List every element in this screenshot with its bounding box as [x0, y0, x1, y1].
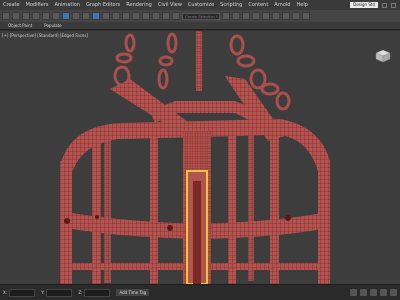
percent-snap-icon[interactable] — [162, 12, 170, 20]
workspace-selector[interactable]: Design Std — [350, 2, 378, 8]
angle-snap-icon[interactable] — [152, 12, 160, 20]
selection-set-field[interactable] — [182, 12, 220, 20]
coord-y: Y: — [41, 288, 73, 297]
align-icon[interactable] — [232, 12, 240, 20]
menu-animation[interactable]: Animation — [54, 2, 80, 8]
z-field[interactable] — [84, 288, 111, 297]
menu-scripting[interactable]: Scripting — [220, 2, 242, 8]
maximize-viewport-icon[interactable] — [390, 289, 397, 296]
mirror-icon[interactable] — [222, 12, 230, 20]
pan-icon[interactable] — [370, 289, 377, 296]
pivot-icon[interactable] — [132, 12, 140, 20]
zoom-icon[interactable] — [350, 289, 357, 296]
z-label: Z: — [78, 290, 83, 295]
schematic-view-icon[interactable] — [262, 12, 270, 20]
status-bar: X: Y: Z: Add Time Tag — [0, 284, 400, 300]
rotate-icon[interactable] — [102, 12, 110, 20]
lantern-model[interactable] — [0, 31, 400, 284]
add-time-tag-button[interactable]: Add Time Tag — [116, 289, 150, 296]
x-field[interactable] — [9, 288, 36, 297]
y-label: Y: — [41, 290, 45, 295]
curve-editor-icon[interactable] — [252, 12, 260, 20]
render-setup-icon[interactable] — [282, 12, 290, 20]
region-select-icon[interactable] — [82, 12, 90, 20]
move-icon[interactable] — [92, 12, 100, 20]
candle-cylinder — [183, 131, 211, 284]
undo-icon[interactable] — [2, 12, 10, 20]
menu-create[interactable]: Create — [3, 2, 20, 8]
unlink-icon[interactable] — [32, 12, 40, 20]
chain-center-left — [157, 32, 178, 90]
reference-coordinate-icon[interactable] — [122, 12, 130, 20]
chain-right — [260, 82, 291, 111]
bind-space-warp-icon[interactable] — [42, 12, 50, 20]
render-icon[interactable] — [302, 12, 310, 20]
menu-bar: Create Modifiers Animation Graph Editors… — [0, 0, 400, 10]
menu-right-tools: Design Std — [350, 2, 400, 8]
maximize-icon[interactable] — [391, 2, 396, 8]
rendered-frame-icon[interactable] — [292, 12, 300, 20]
viewcube-icon[interactable] — [372, 45, 394, 67]
zoom-all-icon[interactable] — [360, 289, 367, 296]
tab-object-paint[interactable]: Object Paint — [8, 23, 32, 28]
link-icon[interactable] — [22, 12, 30, 20]
main-toolbar — [0, 10, 400, 22]
menu-modifiers[interactable]: Modifiers — [26, 2, 49, 8]
menu-arnold[interactable]: Arnold — [274, 2, 290, 8]
perspective-viewport[interactable]: [+] [Perspective] [Standard] [Edged Face… — [0, 31, 400, 284]
select-by-name-icon[interactable] — [72, 12, 80, 20]
menu-customize[interactable]: Customize — [188, 2, 214, 8]
select-object-icon[interactable] — [62, 12, 70, 20]
hanging-rod — [196, 31, 202, 91]
selection-filter-icon[interactable] — [52, 12, 60, 20]
redo-icon[interactable] — [12, 12, 20, 20]
minimize-icon[interactable] — [382, 2, 387, 8]
spinner-snap-icon[interactable] — [172, 12, 180, 20]
menu-content[interactable]: Content — [248, 2, 268, 8]
tab-populate[interactable]: Populate — [44, 23, 61, 28]
y-field[interactable] — [46, 288, 73, 297]
viewport-navigation — [350, 289, 397, 296]
menu-graph-editors[interactable]: Graph Editors — [86, 2, 120, 8]
ribbon: Object Paint Populate — [0, 22, 400, 30]
material-editor-icon[interactable] — [272, 12, 280, 20]
coord-x: X: — [3, 288, 36, 297]
chain-left — [113, 33, 136, 87]
menu-help[interactable]: Help — [296, 2, 307, 8]
scale-icon[interactable] — [112, 12, 120, 20]
snap-toggle-icon[interactable] — [142, 12, 150, 20]
coord-z: Z: — [78, 288, 111, 297]
menu-civil-view[interactable]: Civil View — [158, 2, 182, 8]
layer-explorer-icon[interactable] — [242, 12, 250, 20]
menu-rendering[interactable]: Rendering — [126, 2, 152, 8]
x-label: X: — [3, 290, 8, 295]
orbit-icon[interactable] — [380, 289, 387, 296]
